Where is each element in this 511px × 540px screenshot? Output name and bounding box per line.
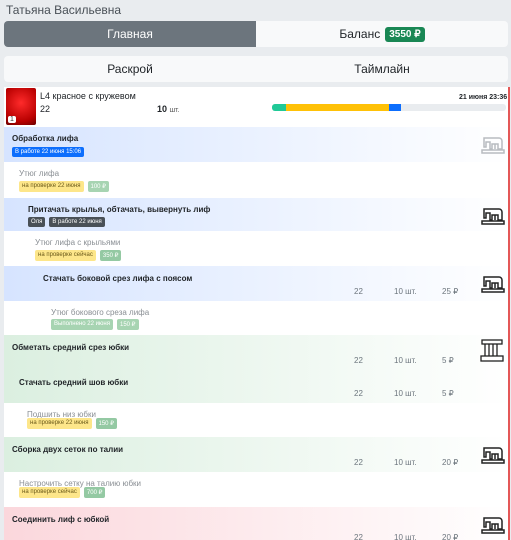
operation-price: 5 ₽: [442, 356, 454, 365]
operation-title: Утюг лифа с крыльями: [35, 238, 121, 247]
tab-timeline-label: Таймлайн: [354, 62, 410, 76]
operation-badges: на проверке 22 июня 100 ₽: [19, 181, 109, 192]
tab-balance-label: Баланс: [339, 27, 381, 41]
operation-row[interactable]: Стачать боковой срез лифа с поясом 22 10 ш…: [4, 266, 508, 301]
sub-tabs: Раскрой Таймлайн: [4, 56, 508, 82]
operation-badges: на проверке 22 июня 150 ₽: [27, 418, 117, 429]
operation-badges: Выполнено 22 июня 150 ₽: [51, 319, 139, 330]
overlock-icon[interactable]: [479, 338, 505, 369]
status-badge: на проверке сейчас: [35, 250, 96, 261]
operation-qty: 10 шт.: [394, 389, 417, 398]
operation-row[interactable]: Обработка лифа В работе 22 июня 15:06: [4, 127, 508, 162]
tab-cut-label: Раскрой: [107, 62, 153, 76]
product-qty-unit: шт.: [169, 107, 180, 114]
operation-title: Обработка лифа: [12, 134, 79, 143]
operation-title: Сборка двух сеток по талии: [12, 445, 124, 454]
status-badge: В работе 22 июня 15:06: [12, 147, 85, 157]
status-badge: 350 ₽: [99, 250, 122, 261]
product-name: L4 красное с кружевом: [40, 91, 136, 101]
operation-row[interactable]: Обметать средний срез юбки 22 10 шт. 5 ₽: [4, 335, 508, 370]
product-row[interactable]: 1 L4 красное с кружевом 22 10 шт. 21 июн…: [4, 87, 508, 127]
operation-title: Стачать боковой срез лифа с поясом: [43, 274, 193, 283]
user-name: Татьяна Васильевна: [6, 3, 122, 17]
operation-row[interactable]: Утюг бокового среза лифа Выполнено 22 июн…: [4, 301, 508, 335]
status-badge: В работе 22 июня: [49, 217, 105, 227]
operation-qty: 10 шт.: [394, 458, 417, 467]
order-panel: 1 L4 красное с кружевом 22 10 шт. 21 июн…: [4, 87, 510, 540]
sewing-machine-icon[interactable]: [481, 135, 505, 160]
operation-row[interactable]: Настрочить сетку на талию юбки на проверк…: [4, 472, 508, 507]
operation-row[interactable]: Утюг лифа на проверке 22 июня 100 ₽: [4, 162, 508, 198]
operation-row[interactable]: Подшить низ юбки на проверке 22 июня 150 ₽: [4, 403, 508, 437]
operation-size: 22: [354, 389, 363, 398]
status-badge: Оля: [28, 217, 46, 227]
status-badge: 150 ₽: [117, 319, 139, 330]
top-tabs: Главная Баланс 3550 ₽: [4, 21, 508, 47]
operation-row[interactable]: Стачать средний шов юбки 22 10 шт. 5 ₽: [4, 370, 508, 403]
operation-price: 25 ₽: [442, 287, 459, 296]
sewing-machine-icon[interactable]: [481, 274, 505, 299]
operation-size: 22: [354, 287, 363, 296]
operation-qty: 10 шт.: [394, 533, 417, 540]
product-qty-value: 10: [157, 104, 168, 114]
operation-title: Стачать средний шов юбки: [19, 378, 129, 387]
operation-row[interactable]: Соединить лиф с юбкой 22 10 шт. 20 ₽: [4, 507, 508, 540]
operation-title: Утюг бокового среза лифа: [51, 308, 150, 317]
operation-badges: Оля В работе 22 июня: [28, 217, 105, 227]
operation-title: Обметать средний срез юбки: [12, 343, 130, 352]
progress-segment: [286, 104, 389, 111]
operation-size: 22: [354, 356, 363, 365]
operation-row[interactable]: Сборка двух сеток по талии 22 10 шт. 20 ₽: [4, 437, 508, 472]
status-badge: на проверке сейчас: [19, 487, 80, 498]
operation-qty: 10 шт.: [394, 287, 417, 296]
operation-title: Соединить лиф с юбкой: [12, 515, 110, 524]
balance-badge: 3550 ₽: [385, 26, 425, 42]
operation-qty: 10 шт.: [394, 356, 417, 365]
tab-main-label: Главная: [107, 27, 153, 41]
operation-size: 22: [354, 458, 363, 467]
progress-segment: [272, 104, 287, 111]
operation-price: 20 ₽: [442, 533, 459, 540]
operation-badges: на проверке сейчас 350 ₽: [35, 250, 122, 261]
operation-price: 20 ₽: [442, 458, 459, 467]
product-size: 22: [40, 104, 51, 114]
status-badge: на проверке 22 июня: [19, 181, 84, 192]
operation-badges: на проверке сейчас 700 ₽: [19, 487, 106, 498]
operation-badges: В работе 22 июня 15:06: [12, 147, 85, 157]
sewing-machine-icon[interactable]: [481, 445, 505, 470]
operation-title: Притачать крылья, обтачать, вывернуть ли…: [28, 205, 211, 214]
product-thumbnail[interactable]: 1: [6, 88, 36, 125]
sewing-machine-icon[interactable]: [481, 515, 505, 540]
product-qty: 10 шт.: [157, 104, 180, 114]
operation-row[interactable]: Притачать крылья, обтачать, вывернуть ли…: [4, 198, 508, 231]
progress-segment: [388, 104, 401, 111]
operation-price: 5 ₽: [442, 389, 454, 398]
sewing-machine-icon[interactable]: [481, 206, 505, 231]
progress-bar: [272, 104, 506, 111]
tab-timeline[interactable]: Таймлайн: [256, 56, 508, 82]
status-badge: 150 ₽: [95, 418, 117, 429]
thumbnail-count-badge: 1: [8, 116, 16, 123]
product-date: 21 июня 23:36: [459, 94, 508, 101]
operation-size: 22: [354, 533, 363, 540]
tab-main[interactable]: Главная: [4, 21, 256, 47]
tab-balance[interactable]: Баланс 3550 ₽: [256, 21, 508, 47]
status-badge: Выполнено 22 июня: [51, 319, 113, 330]
status-badge: 700 ₽: [83, 487, 106, 498]
operation-title: Утюг лифа: [19, 169, 60, 178]
status-badge: 100 ₽: [87, 181, 109, 192]
tab-cut[interactable]: Раскрой: [4, 56, 256, 82]
operation-row[interactable]: Утюг лифа с крыльями на проверке сейчас 35…: [4, 231, 508, 266]
status-badge: на проверке 22 июня: [27, 418, 92, 429]
